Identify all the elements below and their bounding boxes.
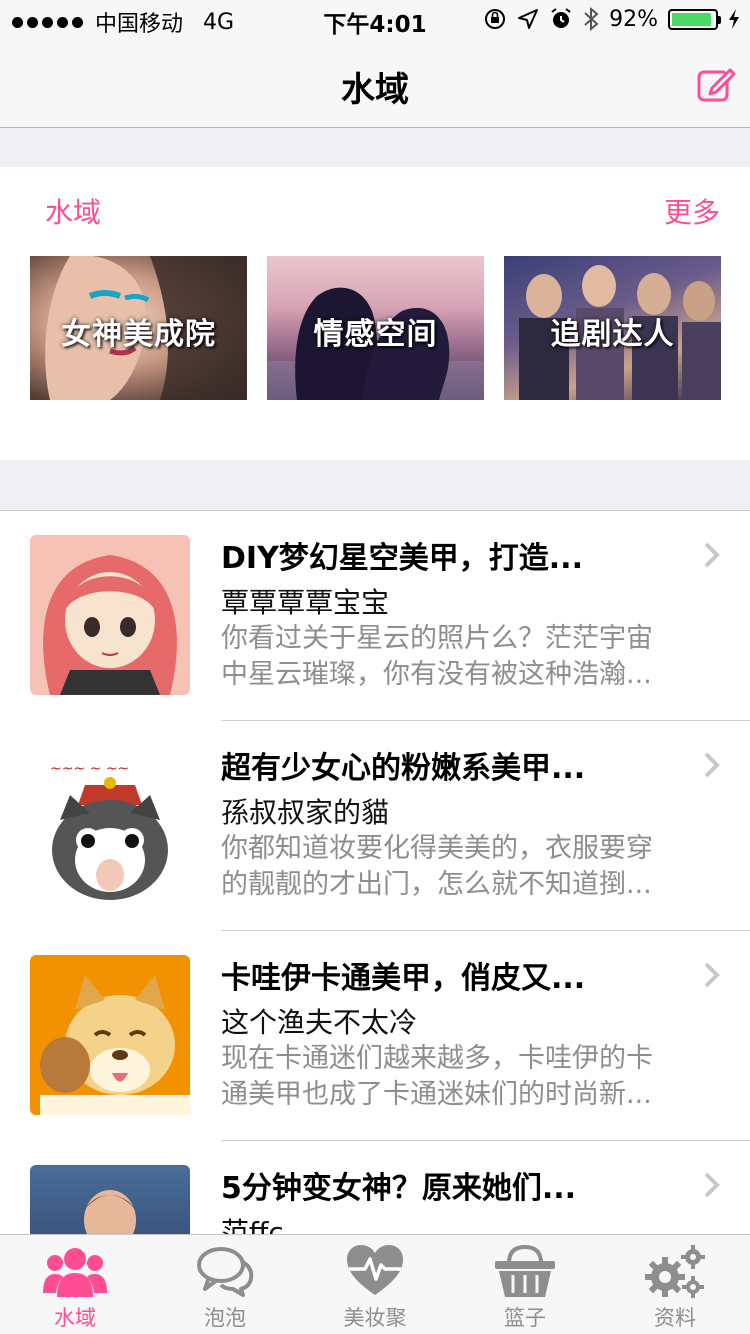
- tab-basket[interactable]: 篮子: [450, 1235, 600, 1334]
- charging-icon: [729, 9, 739, 29]
- chevron-right-icon: [704, 752, 720, 778]
- person-photo-avatar: [30, 1165, 190, 1234]
- tab-label: 资料: [654, 1306, 696, 1330]
- battery-icon: [668, 8, 721, 30]
- card-label: 追剧达人: [550, 317, 675, 352]
- svg-text:~~~ ~ ~~: ~~~ ~ ~~: [50, 761, 129, 777]
- category-card-drama[interactable]: 追剧达人: [504, 256, 721, 400]
- tab-label: 篮子: [504, 1306, 546, 1330]
- tab-label: 美妆聚: [343, 1306, 407, 1330]
- tab-water-area[interactable]: 水域: [0, 1235, 150, 1334]
- list-item[interactable]: DIY梦幻星空美甲，打造... 覃覃覃覃宝宝 你看过关于星云的照片么？茫茫宇宙 …: [0, 511, 750, 721]
- article-author: 覃覃覃覃宝宝: [221, 586, 390, 619]
- category-card-goddess[interactable]: 女神美成院: [30, 256, 247, 400]
- cat-meme-avatar: ~~~ ~ ~~: [30, 745, 190, 905]
- tab-beauty-gathering[interactable]: 美妆聚: [300, 1235, 450, 1334]
- summary-line: 中星云璀璨，你有没有被这种浩瀚...: [221, 659, 652, 690]
- chat-bubbles-icon: [197, 1247, 254, 1297]
- category-section: 水域 更多 女神美成院 情感空间 追剧达人: [0, 167, 750, 460]
- alarm-icon: [551, 8, 571, 28]
- tab-bar: 水域 泡泡 美妆聚 篮子 资料: [0, 1234, 750, 1334]
- more-link[interactable]: 更多: [664, 191, 720, 231]
- location-icon: [518, 9, 539, 29]
- article-summary: 你看过关于星云的照片么？茫茫宇宙 中星云璀璨，你有没有被这种浩瀚...: [221, 621, 711, 693]
- chevron-right-icon: [704, 962, 720, 988]
- article-author: 这个渔夫不太冷: [221, 1006, 418, 1039]
- battery-percent: 92%: [609, 6, 658, 32]
- category-card-emotion[interactable]: 情感空间: [267, 256, 484, 400]
- rotation-lock-icon: [485, 9, 506, 29]
- status-right: 92%: [483, 6, 740, 32]
- basket-icon: [495, 1244, 555, 1297]
- tab-profile[interactable]: 资料: [600, 1235, 750, 1334]
- list-item[interactable]: 5分钟变女神？原来她们... 范ffc: [0, 1141, 750, 1234]
- summary-line: 的靓靓的才出门，怎么就不知道捯...: [221, 869, 652, 900]
- compose-icon[interactable]: [696, 64, 736, 104]
- category-cards: 女神美成院 情感空间 追剧达人: [30, 256, 721, 400]
- card-label: 女神美成院: [61, 317, 216, 352]
- summary-line: 现在卡通迷们越来越多，卡哇伊的卡: [221, 1043, 653, 1074]
- tab-label: 泡泡: [204, 1306, 246, 1330]
- card-label: 情感空间: [313, 317, 438, 352]
- summary-line: 你都知道妆要化得美美的，衣服要穿: [221, 833, 653, 864]
- tab-label: 水域: [54, 1306, 96, 1330]
- section-title: 水域: [45, 196, 102, 229]
- summary-line: 通美甲也成了卡通迷妹们的时尚新...: [221, 1079, 652, 1110]
- tab-bubbles[interactable]: 泡泡: [150, 1235, 300, 1334]
- article-list: DIY梦幻星空美甲，打造... 覃覃覃覃宝宝 你看过关于星云的照片么？茫茫宇宙 …: [0, 510, 750, 1234]
- article-title: 超有少女心的粉嫩系美甲...: [221, 751, 586, 786]
- article-title: 5分钟变女神？原来她们...: [221, 1171, 577, 1206]
- article-title: 卡哇伊卡通美甲，俏皮又...: [221, 961, 586, 996]
- page-title: 水域: [341, 70, 409, 110]
- list-item[interactable]: ~~~ ~ ~~ 超有少女心的粉嫩系美甲... 孫叔叔家的貓 你都知道妆要化得美…: [0, 721, 750, 931]
- article-summary: 现在卡通迷们越来越多，卡哇伊的卡 通美甲也成了卡通迷妹们的时尚新...: [221, 1041, 711, 1113]
- list-item[interactable]: 卡哇伊卡通美甲，俏皮又... 这个渔夫不太冷 现在卡通迷们越来越多，卡哇伊的卡 …: [0, 931, 750, 1141]
- article-title: DIY梦幻星空美甲，打造...: [221, 541, 583, 576]
- chevron-right-icon: [704, 1172, 720, 1198]
- anime-girl-avatar: [30, 535, 190, 695]
- shiba-dog-avatar: [30, 955, 190, 1115]
- article-author: 范ffc: [221, 1216, 284, 1234]
- status-bar: 中国移动 4G 下午4:01 92%: [0, 0, 750, 40]
- heart-pulse-icon: [347, 1245, 403, 1295]
- bluetooth-icon: [584, 6, 599, 32]
- navigation-bar: 水域: [0, 40, 750, 128]
- article-author: 孫叔叔家的貓: [221, 796, 390, 829]
- gears-icon: [645, 1245, 705, 1298]
- article-summary: 你都知道妆要化得美美的，衣服要穿 的靓靓的才出门，怎么就不知道捯...: [221, 831, 711, 903]
- people-icon: [43, 1248, 107, 1297]
- summary-line: 你看过关于星云的照片么？茫茫宇宙: [221, 623, 653, 654]
- chevron-right-icon: [704, 542, 720, 568]
